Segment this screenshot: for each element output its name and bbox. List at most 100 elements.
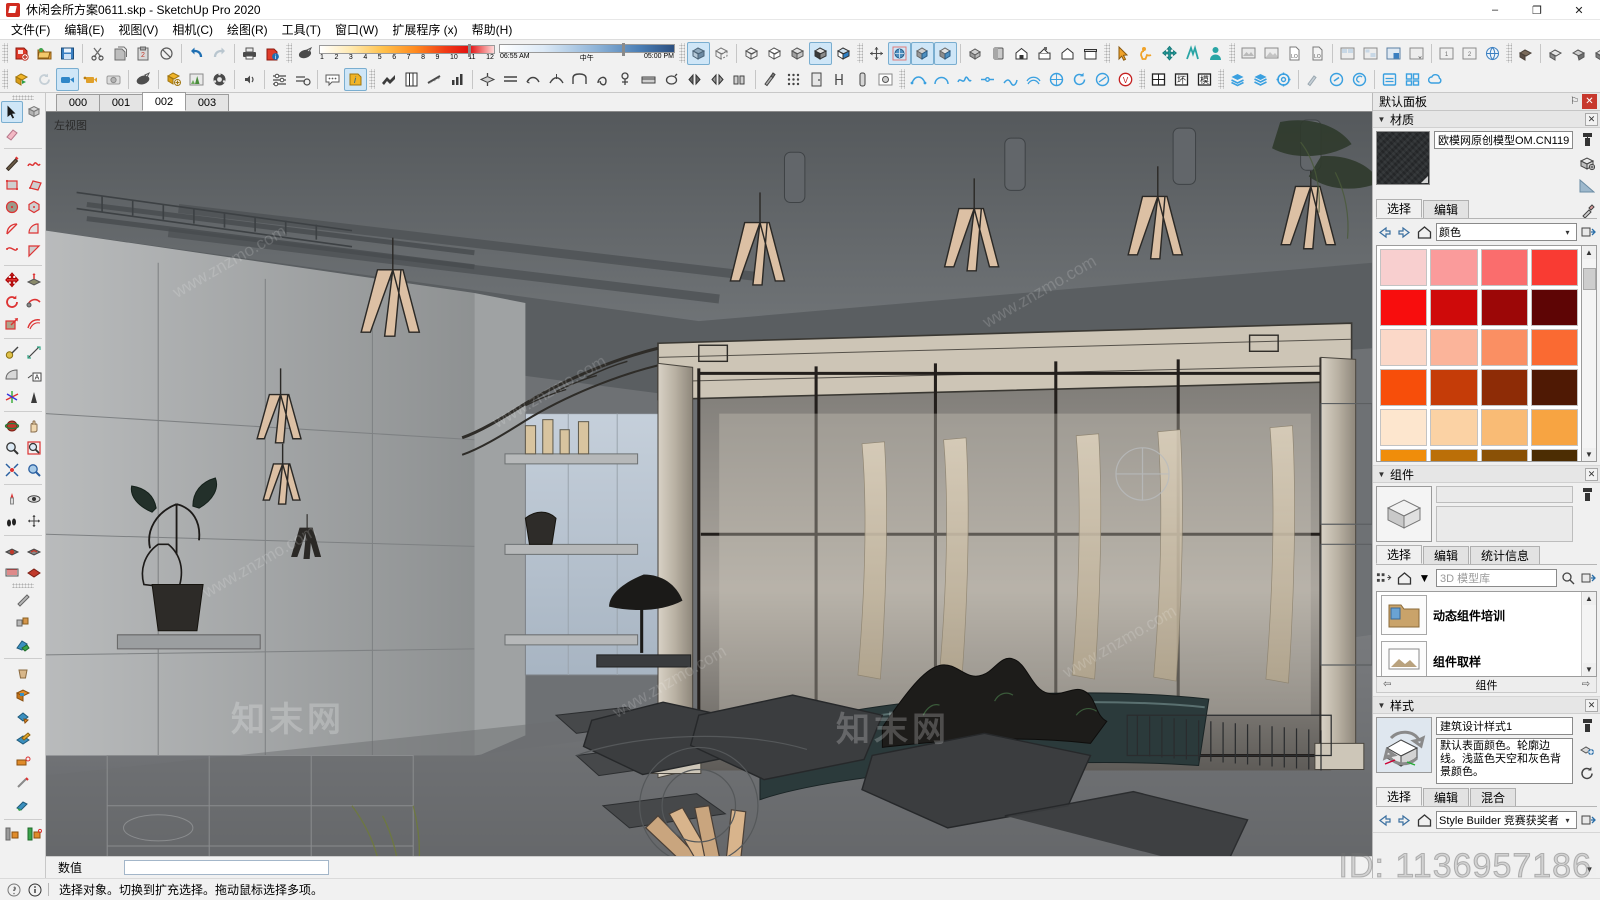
measurement-input[interactable] [124,860,330,875]
style-name-field[interactable]: 建筑设计样式1 [1436,717,1573,735]
enscape-start-icon[interactable] [10,68,33,91]
open-document-icon[interactable] [33,42,56,65]
toolbar-grip-icon[interactable] [679,43,685,63]
refresh-layer-icon[interactable] [1348,68,1371,91]
styles-panel-header[interactable]: ▼ 样式 ✕ [1373,697,1600,714]
library-details-icon[interactable] [1580,570,1597,587]
refresh-style-icon[interactable] [1579,766,1595,784]
solid-tools-intersect-icon[interactable] [12,611,34,633]
orbit-tool-icon[interactable] [1,415,23,437]
style-description-field[interactable]: 默认表面颜色。轮廓边线。浅蓝色天空和灰色背景颜色。 [1436,738,1573,784]
material-sample-icon[interactable] [12,794,34,816]
toolbar-grip-icon[interactable] [1506,43,1512,63]
standard-views-front-icon[interactable] [1010,42,1033,65]
menu-edit[interactable]: 编辑(E) [57,19,111,40]
curviloft-icon[interactable] [522,68,545,91]
protractor-tool-icon[interactable] [1,364,23,386]
forward-arrow-icon[interactable] [1396,812,1413,829]
scene-manager-down-icon[interactable] [1405,42,1428,65]
zoom-window-tool-icon[interactable] [23,437,45,459]
enscape-comment-icon[interactable] [321,68,344,91]
zoom-previous-tool-icon[interactable] [23,459,45,481]
door-maker-icon[interactable] [805,68,828,91]
clean-layer-icon[interactable] [1302,68,1325,91]
update-style-icon[interactable] [1579,742,1596,760]
material-edit-icon[interactable] [12,728,34,750]
vray-asset-2-icon[interactable] [1567,42,1590,65]
axes-tool-icon[interactable] [1,386,23,408]
components-tab-select[interactable]: 选择 [1376,545,1423,564]
tape-measure-icon[interactable] [1,342,23,364]
component-options-icon[interactable] [1580,487,1595,505]
enscape-asset-library-icon[interactable] [162,68,185,91]
pan-tool-icon[interactable] [23,415,45,437]
rectangle-tool-icon[interactable] [1,174,23,196]
print-icon[interactable] [238,42,261,65]
toolbar-grip-icon[interactable] [857,43,863,63]
list-item[interactable]: 动态组件培训 [1377,592,1581,638]
vray-asset-editor-icon[interactable]: V [1114,68,1137,91]
pipe-tool-icon[interactable] [851,68,874,91]
cn-tool-3-icon[interactable]: 模 [1193,68,1216,91]
toolbar-grip-icon[interactable] [1218,69,1224,89]
style-shaded-textures-icon[interactable] [809,41,832,65]
enscape-vegetation-icon[interactable] [185,68,208,91]
window-maker-icon[interactable] [400,68,423,91]
materials-scrollbar[interactable]: ▲ ▼ [1582,245,1597,462]
enscape-sound-icon[interactable] [238,68,261,91]
scene-manager-2-icon[interactable] [1359,42,1382,65]
scroll-down-icon[interactable]: ▼ [1582,663,1596,676]
zoom-tool-icon[interactable] [1,437,23,459]
sandbox-smoove-icon[interactable] [1,561,23,583]
link-layer-icon[interactable] [1325,68,1348,91]
curve-helper-icon[interactable] [1091,68,1114,91]
material-swatch[interactable] [1430,289,1478,326]
layout-new-doc-icon[interactable]: LO [1283,42,1306,65]
material-swatch[interactable] [1480,369,1528,406]
curviloft-skin-icon[interactable] [545,68,568,91]
toolbar-grip-icon[interactable] [1229,43,1235,63]
cn-tool-1-icon[interactable] [1147,68,1170,91]
style-xray-icon[interactable] [687,41,710,65]
enscape-settings-sliders-icon[interactable] [268,68,291,91]
collapse-triangle-icon[interactable]: ▼ [1375,470,1388,479]
menu-extensions[interactable]: 扩展程序 (x) [385,19,464,40]
export-image-2-icon[interactable]: 2 [1458,42,1481,65]
3dtext-tool-icon[interactable] [23,386,45,408]
style-backedges-icon[interactable] [710,42,733,65]
styles-library-combo[interactable]: Style Builder 竞赛获奖者 ▾ [1436,811,1577,829]
two-point-arc-icon[interactable] [23,218,45,240]
chevron-down-icon[interactable]: ▾ [1561,816,1574,825]
toolbar-grip-icon[interactable] [1139,69,1145,89]
display-shadows-icon[interactable] [911,41,934,65]
shadow-time-slider[interactable]: 06:55 AM 中午 05:00 PM [499,42,675,63]
joint-push-pull-icon[interactable] [476,68,499,91]
standard-views-right-icon[interactable] [1033,42,1056,65]
styles-tab-select[interactable]: 选择 [1376,787,1423,806]
arc-tool-icon[interactable] [930,68,953,91]
components-list[interactable]: 动态组件培训 组件取样 ▲ ▼ [1376,591,1597,677]
material-swatch[interactable] [1380,369,1428,406]
enscape-video-icon[interactable] [56,67,79,91]
style-shaded-icon[interactable] [786,42,809,65]
section-plane-icon[interactable] [865,42,888,65]
materials-library-combo[interactable]: 颜色 ▾ [1436,223,1577,241]
standard-views-iso-icon[interactable] [964,42,987,65]
toolbar-grip-icon[interactable] [369,69,375,89]
material-swatch[interactable] [1480,249,1528,286]
layers-stack-icon[interactable] [1249,68,1272,91]
pie-tool-icon[interactable] [23,240,45,262]
styles-tab-edit[interactable]: 编辑 [1423,788,1470,806]
panel-list-icon[interactable] [1378,68,1401,91]
tape-measure-icon[interactable] [828,68,851,91]
pager-prev-icon[interactable]: ⇦ [1383,679,1391,690]
forward-arrow-icon[interactable] [1396,224,1413,241]
scene-tab-002[interactable]: 002 [142,92,186,111]
current-material-swatch[interactable] [1376,131,1430,185]
shadow-month-slider[interactable]: 12 34 56 78 9 10 11 12 [319,44,495,61]
standard-views-top-icon[interactable] [987,42,1010,65]
grid-tool-icon[interactable] [782,68,805,91]
rotated-rectangle-icon[interactable] [23,174,45,196]
paste-icon[interactable]: 2 [132,42,155,65]
text-tool-icon[interactable]: A [23,364,45,386]
